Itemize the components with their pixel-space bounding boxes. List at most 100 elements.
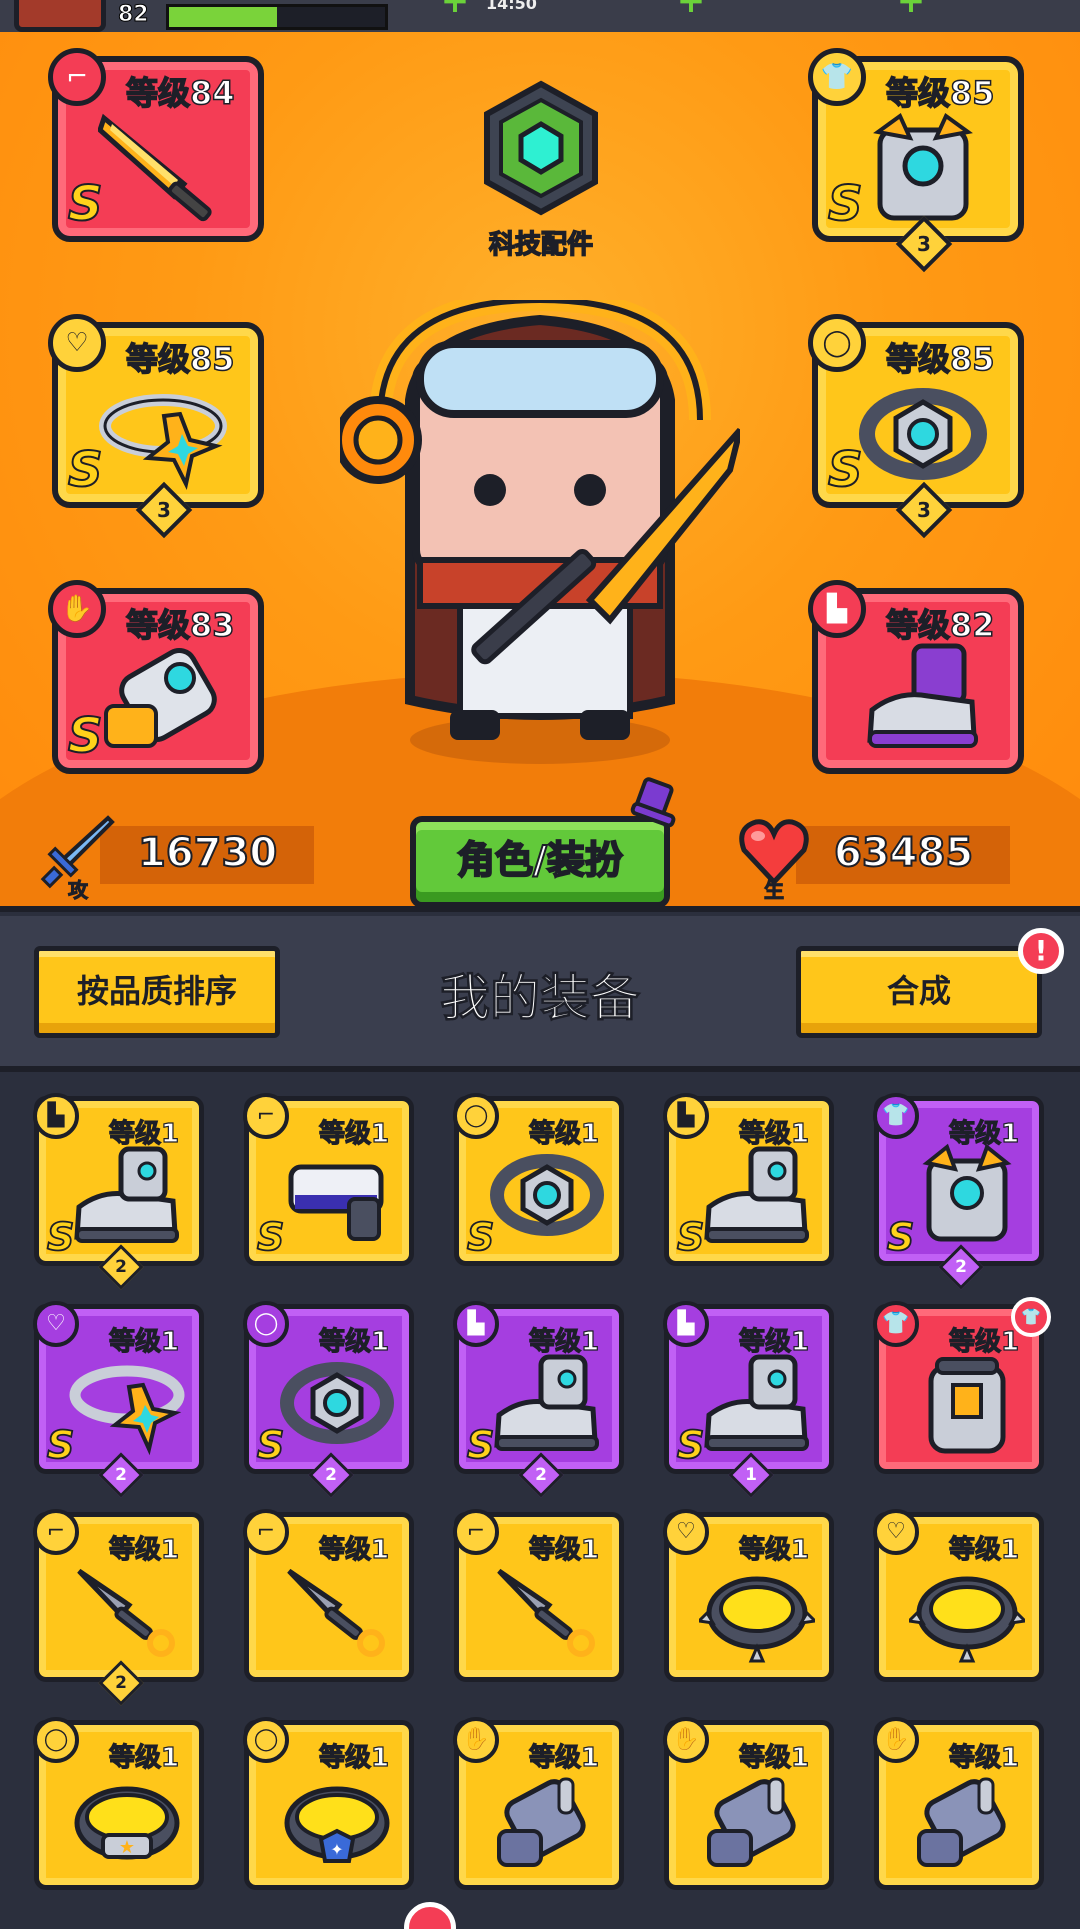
inventory-item[interactable]: ⌐ 等级1	[243, 1509, 414, 1682]
inventory-item[interactable]: ⌐ 等级1 2	[33, 1509, 204, 1706]
grade-letter: S	[886, 1214, 915, 1260]
necklace-icon: ♡	[48, 314, 106, 372]
player-character[interactable]	[340, 300, 740, 770]
belt-icon	[490, 1154, 604, 1236]
belt-icon	[280, 1362, 394, 1444]
new-item-badge: 👕	[1011, 1297, 1051, 1337]
gun-icon: ⌐	[243, 1093, 289, 1139]
equipped-belt-slot[interactable]: ◯ 等级85 S 3	[808, 314, 1024, 539]
ring-star-icon: ★	[74, 1786, 180, 1860]
star-count-badge: 2	[308, 1452, 354, 1498]
character-dress-label: 角色/装扮	[456, 837, 624, 883]
equipped-weapon-slot[interactable]: ⌐ 等级84 S	[48, 48, 264, 242]
boot-icon	[494, 1354, 599, 1451]
inventory-item[interactable]: ▙ 等级1 S 1	[663, 1301, 834, 1498]
inventory-item[interactable]: ♡ 等级1	[663, 1509, 834, 1682]
belt-icon: ◯	[243, 1717, 289, 1763]
equipped-boots-slot[interactable]: ▙ 等级82	[808, 580, 1024, 774]
boot-icon: ▙	[663, 1093, 709, 1139]
svg-text:★: ★	[119, 1837, 135, 1858]
inventory-item[interactable]: ✋ 等级1	[453, 1717, 624, 1890]
belt-icon: ◯	[33, 1717, 79, 1763]
clock-time: 14:50	[486, 0, 537, 13]
star-count-badge: 2	[98, 1660, 144, 1706]
svg-text:✦: ✦	[330, 1840, 343, 1859]
glove-icon	[707, 1777, 796, 1867]
plus-icon[interactable]: +	[896, 0, 926, 18]
inventory-item[interactable]: ▙ 等级1 S 2	[33, 1093, 204, 1290]
inventory-item[interactable]: 👕 等级1 S 2	[873, 1093, 1044, 1290]
mech-armor-icon	[873, 112, 973, 221]
merge-button[interactable]: 合成	[796, 946, 1042, 1038]
inventory-item[interactable]: ▙ 等级1 S 2	[453, 1301, 624, 1498]
necklace-icon	[69, 1365, 185, 1456]
xp-bar	[166, 4, 388, 30]
grade-letter: S	[256, 1422, 285, 1468]
health-value: 63485	[833, 829, 974, 877]
glove-icon: ✋	[453, 1717, 499, 1763]
belt-icon: ◯	[808, 314, 866, 372]
character-dress-button[interactable]: 角色/装扮	[410, 777, 676, 906]
inventory-item[interactable]: ⌐ 等级1	[453, 1509, 624, 1682]
player-avatar[interactable]	[14, 0, 106, 32]
shirt-icon: 👕	[808, 48, 866, 106]
glove-icon: ✋	[48, 580, 106, 638]
belt-icon: ◯	[453, 1093, 499, 1139]
inventory-grid: ▙ 等级1 S 2 ⌐ 等级1 S ◯ 等级1 S ▙ 等级1 S 👕 等级1 S 2 ♡ 等级1 S 2 ◯ 等级1 S 2 ▙…	[0, 1078, 1080, 1929]
gun-icon: ⌐	[453, 1509, 499, 1555]
necklace-icon: ♡	[663, 1509, 709, 1555]
equipped-armor-slot[interactable]: 👕 等级85 S 3	[808, 48, 1024, 273]
equipment-header: 按品质排序 我的装备 合成	[0, 916, 1080, 1072]
inventory-item[interactable]: ◯ 等级1 ★	[33, 1717, 204, 1890]
boot-icon: ▙	[33, 1093, 79, 1139]
top-hat-icon	[630, 777, 676, 828]
ring-blue-icon: ✦	[284, 1786, 390, 1863]
inventory-item[interactable]: ✋ 等级1	[663, 1717, 834, 1890]
shirt-icon: 👕	[873, 1301, 919, 1347]
equipment-title: 我的装备	[440, 969, 641, 1028]
tech-parts-slot[interactable]: 科技配件	[474, 80, 608, 276]
inventory-item[interactable]: ▙ 等级1 S	[663, 1093, 834, 1266]
gun-icon: ⌐	[243, 1509, 289, 1555]
plus-icon[interactable]: +	[440, 0, 470, 18]
player-level: 82	[118, 2, 150, 28]
boot-icon: ▙	[663, 1301, 709, 1347]
grade-letter: S	[827, 441, 864, 499]
star-count-badge: 2	[518, 1452, 564, 1498]
belt-icon: ◯	[243, 1301, 289, 1347]
shirt-icon: 👕	[873, 1093, 919, 1139]
inventory-item[interactable]: ◯ 等级1 S	[453, 1093, 624, 1266]
glove-icon	[917, 1777, 1006, 1867]
grade-letter: S	[67, 441, 104, 499]
hero-panel: 科技配件 ⌐ 等级84 S ♡ 等级85 S 3 ✋ 等级83 S 👕 等级85…	[0, 32, 1080, 912]
equipped-necklace-slot[interactable]: ♡ 等级85 S 3	[48, 314, 264, 539]
grade-letter: S	[67, 707, 104, 765]
gun-icon	[288, 1164, 384, 1241]
star-necklace-icon	[99, 394, 227, 490]
plus-icon[interactable]: +	[676, 0, 706, 18]
spikering-icon	[699, 1576, 815, 1663]
inventory-item[interactable]: ✋ 等级1	[873, 1717, 1044, 1890]
armor-icon	[922, 1143, 1012, 1242]
boot-icon: ▙	[808, 580, 866, 638]
inventory-item[interactable]: ♡ 等级1 S 2	[33, 1301, 204, 1498]
star-count-badge: 1	[728, 1452, 774, 1498]
star-count-badge: 2	[98, 1244, 144, 1290]
inventory-item[interactable]: 👕 等级1 👕	[873, 1297, 1051, 1474]
inventory-item[interactable]: ♡ 等级1	[873, 1509, 1044, 1682]
necklace-icon: ♡	[873, 1509, 919, 1555]
spikering-icon	[909, 1576, 1025, 1663]
grade-letter: S	[466, 1214, 495, 1260]
grade-letter: S	[256, 1214, 285, 1260]
flame-sword-icon	[98, 113, 212, 222]
merge-alert-badge: !	[1018, 928, 1064, 974]
inventory-item[interactable]: ◯ 等级1 S 2	[243, 1301, 414, 1498]
inventory-item[interactable]: ◯ 等级1 ✦	[243, 1717, 414, 1890]
grade-letter: S	[67, 175, 104, 233]
boot-icon	[74, 1146, 179, 1243]
equipped-gloves-slot[interactable]: ✋ 等级83 S	[48, 580, 264, 774]
sort-by-quality-button[interactable]: 按品质排序	[34, 946, 280, 1038]
health-label: 生命	[764, 878, 785, 903]
inventory-item[interactable]: ⌐ 等级1 S	[243, 1093, 414, 1266]
xp-bar-fill	[169, 7, 277, 27]
